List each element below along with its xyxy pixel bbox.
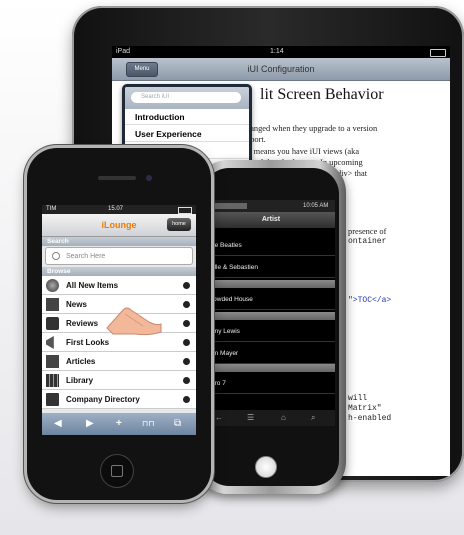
list-item[interactable]: ero 7 xyxy=(207,374,335,394)
list-item-label: Library xyxy=(66,376,94,385)
article-line: is means you have iUI views (aka xyxy=(246,147,360,156)
browse-section-header: Browse xyxy=(42,267,196,276)
browser-toolbar: ◀ ▶ + ⊓⊓ ⧉ xyxy=(42,413,196,435)
list-item-label: News xyxy=(66,300,87,309)
android-nav-keys: ← ☰ ⌂ ⌕ xyxy=(207,410,335,426)
list-item-label: Reviews xyxy=(66,319,99,328)
home-button[interactable]: home xyxy=(167,218,191,231)
ipad-carrier: iPad xyxy=(116,48,131,55)
list-item-library[interactable]: Library xyxy=(42,371,196,390)
battery-icon xyxy=(430,49,446,57)
code-line: will xyxy=(348,394,368,403)
list-item-company-directory[interactable]: Company Directory xyxy=(42,390,196,409)
android-time: 10:05 AM xyxy=(303,203,329,209)
articles-icon xyxy=(46,355,59,368)
forward-icon[interactable]: ▶ xyxy=(86,413,94,435)
popover-search-bar: Search iUI xyxy=(125,87,249,109)
globe-icon xyxy=(46,279,59,292)
popover-item-user-experience[interactable]: User Experience xyxy=(125,126,249,142)
article-line: presence of xyxy=(348,227,387,236)
popover-item-introduction[interactable]: Introduction xyxy=(125,109,249,125)
popover-search-input[interactable]: Search iUI xyxy=(131,92,241,103)
chevron-right-icon xyxy=(183,396,190,403)
chevron-right-icon xyxy=(183,339,190,346)
menu-button[interactable]: Menu xyxy=(126,62,158,77)
search-icon xyxy=(52,252,60,260)
home-square-icon xyxy=(111,465,123,477)
megaphone-icon xyxy=(46,336,54,349)
android-screen: 10:05 AM Artist he Beatles elle & Sebast… xyxy=(207,200,335,426)
android-trackball[interactable] xyxy=(255,456,277,478)
ipad-time: 1:14 xyxy=(270,48,284,55)
notification-icons xyxy=(211,203,247,209)
camera-icon xyxy=(146,175,152,181)
iphone-carrier: TIM xyxy=(46,206,57,212)
list-item[interactable]: hn Mayer xyxy=(207,344,335,364)
chevron-right-icon xyxy=(183,320,190,327)
search-icon[interactable]: ⌕ xyxy=(311,410,315,426)
iphone-navbar: iLounge home xyxy=(42,214,196,237)
back-icon[interactable]: ◀ xyxy=(54,413,62,435)
ipad-navbar: iUI Configuration Menu xyxy=(112,58,450,81)
list-item-all-new-items[interactable]: All New Items xyxy=(42,276,196,295)
add-bookmark-icon[interactable]: + xyxy=(116,413,122,435)
list-item-articles[interactable]: Articles xyxy=(42,352,196,371)
list-separator xyxy=(207,364,335,372)
list-item-label: First Looks xyxy=(66,338,110,347)
pages-icon[interactable]: ⧉ xyxy=(174,413,181,435)
chevron-right-icon xyxy=(183,301,190,308)
chevron-right-icon xyxy=(183,358,190,365)
android-page-title: Artist xyxy=(207,212,335,228)
code-line: ">TOC</a> xyxy=(348,296,392,305)
list-item[interactable]: elle & Sebastien xyxy=(207,258,335,278)
directory-icon xyxy=(46,393,59,406)
tapping-hand-icon xyxy=(106,307,162,336)
reviews-icon xyxy=(46,317,59,330)
list-item-label: All New Items xyxy=(66,281,119,290)
bookmarks-icon[interactable]: ⊓⊓ xyxy=(142,413,154,435)
article-heading: lit Screen Behavior xyxy=(260,86,384,103)
chevron-right-icon xyxy=(183,377,190,384)
iphone-time: 15.07 xyxy=(108,206,124,212)
list-item-label: Articles xyxy=(66,357,96,366)
library-icon xyxy=(46,374,59,387)
android-status-bar: 10:05 AM xyxy=(207,200,335,212)
code-line: h-enabled xyxy=(348,414,392,423)
menu-icon[interactable]: ☰ xyxy=(247,410,254,426)
list-item-label: Company Directory xyxy=(66,395,140,404)
search-input[interactable]: Search Here xyxy=(45,247,193,265)
list-item[interactable]: he Beatles xyxy=(207,236,335,256)
ipad-status-bar: iPad 1:14 xyxy=(112,46,450,58)
chevron-right-icon xyxy=(183,282,190,289)
back-icon[interactable]: ← xyxy=(215,410,223,426)
code-line: ontainer xyxy=(348,237,387,246)
speaker-grille xyxy=(98,176,136,180)
list-item[interactable]: rowded House xyxy=(207,290,335,310)
ipad-page-title: iUI Configuration xyxy=(247,64,315,74)
list-item[interactable]: nny Lewis xyxy=(207,322,335,342)
search-section-header: Search xyxy=(42,237,196,246)
list-separator xyxy=(207,280,335,288)
news-icon xyxy=(46,298,59,311)
iphone-status-bar: TIM 15.07 xyxy=(42,205,196,214)
home-icon[interactable]: ⌂ xyxy=(281,410,286,426)
code-line: Matrix" xyxy=(348,404,382,413)
battery-icon xyxy=(178,207,192,214)
article-line: hanged when they upgrade to a version xyxy=(246,124,378,133)
list-separator xyxy=(207,312,335,320)
